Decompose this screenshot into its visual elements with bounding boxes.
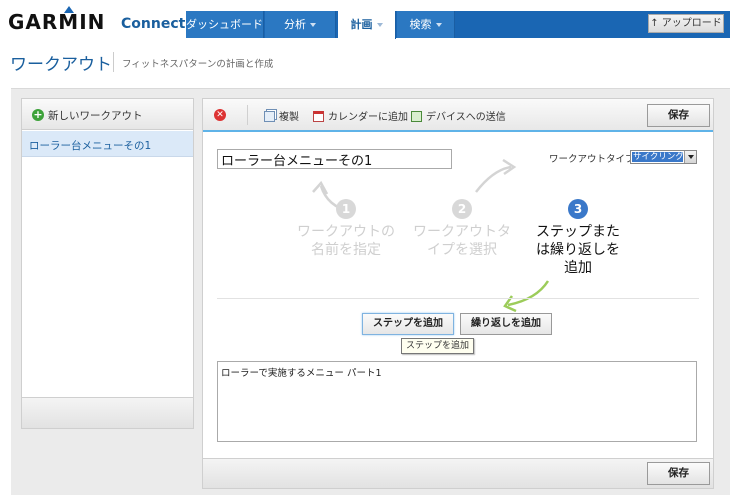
brand-name: GARMIN [8, 10, 106, 34]
workout-list-footer [22, 397, 193, 428]
plus-icon: + [32, 108, 44, 121]
toolbar-divider [247, 105, 248, 125]
arrow-1-head-icon [312, 180, 329, 195]
tab-plan[interactable]: 計画 [338, 11, 396, 39]
editor-toolbar: ✕ 複製 カレンダーに追加 デバイスへの送信 保存 [203, 99, 713, 132]
section-divider [217, 298, 699, 299]
workout-list-item-label: ローラー台メニューその1 [29, 140, 152, 152]
step-3-line-3: 追加 [564, 260, 592, 276]
copy-label: 複製 [279, 112, 299, 123]
copy-icon [264, 111, 275, 122]
brand-product: Connect [121, 16, 186, 32]
new-workout-label: 新しいワークアウト [48, 110, 143, 122]
workout-list-item[interactable]: ローラー台メニューその1 [22, 131, 193, 157]
step-2-line-2: イプを選択 [427, 242, 497, 258]
step-3-line-1: ステップまた [536, 224, 620, 240]
arrow-2-icon [475, 165, 512, 193]
step-1-line-2: 名前を指定 [311, 242, 381, 258]
workout-editor-panel: ✕ 複製 カレンダーに追加 デバイスへの送信 保存 ワークアウトタイプ: サイク… [202, 98, 714, 489]
step-2-text: ワークアウトタ イプを選択 [407, 223, 517, 259]
calendar-label: カレンダーに追加 [328, 112, 408, 123]
chevron-down-icon [376, 23, 383, 27]
arrow-3-icon [507, 280, 550, 307]
top-bar: GARMIN Connect ダッシュボード 分析 計画 検索 ↑ アップロード [0, 0, 730, 39]
tab-dashboard[interactable]: ダッシュボード [186, 11, 264, 38]
add-step-tooltip: ステップを追加 [401, 338, 475, 354]
step-1-line-1: ワークアウトの [297, 224, 395, 240]
tab-analysis[interactable]: 分析 [265, 11, 336, 38]
page-subtitle: フィットネスパターンの計画と作成 [122, 59, 274, 70]
save-button-top[interactable]: 保存 [647, 104, 710, 127]
tab-search-label: 検索 [409, 18, 432, 31]
chevron-down-icon [310, 23, 316, 27]
tab-search[interactable]: 検索 [397, 11, 455, 38]
save-button-bottom[interactable]: 保存 [647, 462, 710, 485]
calendar-icon [313, 111, 324, 122]
header-divider [113, 52, 114, 72]
step-2-badge: 2 [452, 199, 472, 219]
step-3-text: ステップまた は繰り返しを 追加 [523, 223, 633, 277]
add-repeat-button[interactable]: 繰り返しを追加 [460, 313, 552, 335]
add-to-calendar-button[interactable]: カレンダーに追加 [313, 108, 408, 123]
tab-plan-label: 計画 [350, 18, 373, 31]
tab-analysis-label: 分析 [284, 18, 306, 31]
device-icon [411, 111, 422, 122]
copy-button[interactable]: 複製 [264, 108, 299, 123]
step-3-badge: 3 [568, 199, 588, 219]
page-title: ワークアウト [10, 55, 112, 75]
send-to-device-button[interactable]: デバイスへの送信 [411, 108, 506, 123]
chevron-down-icon [435, 23, 442, 27]
new-workout-button[interactable]: + 新しいワークアウト [22, 99, 193, 130]
editor-footer [203, 458, 713, 488]
step-3-line-2: は繰り返しを [536, 242, 620, 258]
delete-icon[interactable]: ✕ [214, 109, 226, 121]
tab-dashboard-label: ダッシュボード [186, 18, 263, 31]
step-2-line-1: ワークアウトタ [413, 224, 511, 240]
step-1-badge: 1 [336, 199, 356, 219]
logo-triangle-icon [64, 6, 74, 13]
upload-button[interactable]: ↑ アップロード [648, 14, 724, 33]
workout-list-panel: + 新しいワークアウト ローラー台メニューその1 [21, 98, 194, 429]
add-step-button[interactable]: ステップを追加 [362, 313, 454, 335]
workout-notes-textarea[interactable]: ローラーで実施するメニュー パート1 [217, 361, 697, 442]
device-label: デバイスへの送信 [426, 112, 506, 123]
step-1-text: ワークアウトの 名前を指定 [291, 223, 401, 259]
